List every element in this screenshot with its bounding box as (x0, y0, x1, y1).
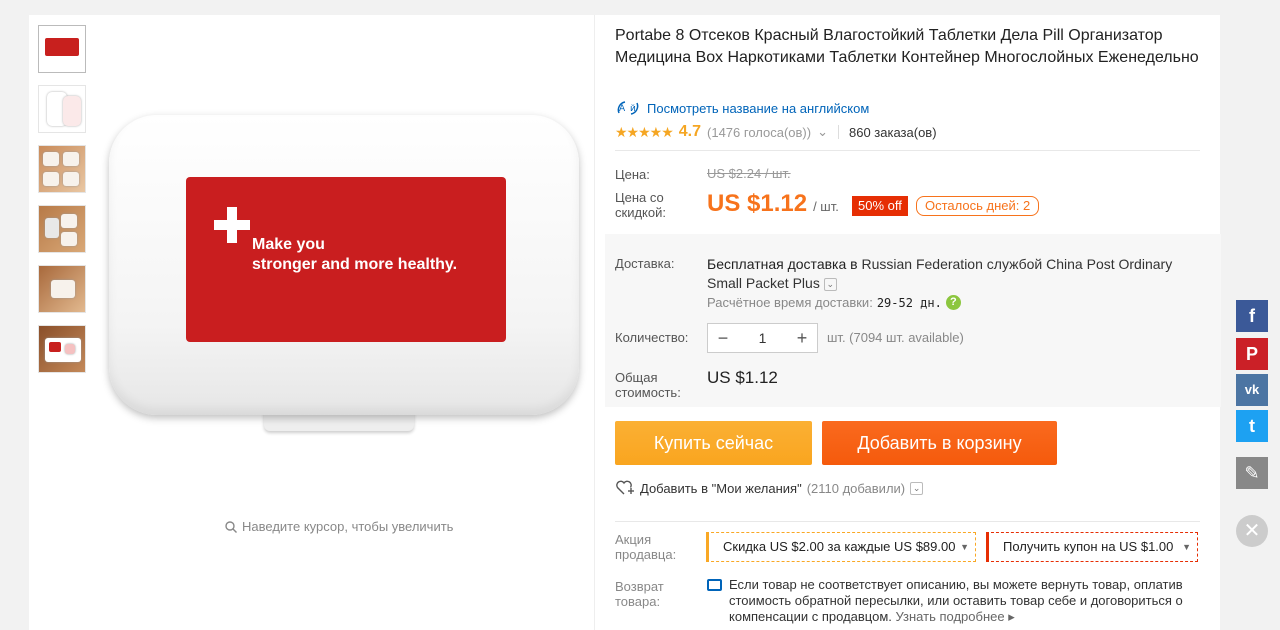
seller-discount-dropdown[interactable]: Скидка US $2.00 за каждые US $89.00 ▼ (706, 532, 976, 562)
zoom-hint: Наведите курсор, чтобы увеличить (225, 519, 453, 534)
pillbox-body: Make you stronger and more healthy. (109, 115, 579, 415)
zoom-hint-text: Наведите курсор, чтобы увеличить (242, 519, 454, 534)
vk-share-icon[interactable]: vk (1236, 374, 1268, 406)
returns-label: Возврат товара: (615, 579, 664, 609)
eta-label: Расчётное время доставки: (707, 295, 873, 310)
svg-text:й: й (630, 104, 636, 114)
thumbnail-6[interactable] (38, 325, 86, 373)
label-line-1: Make you (252, 236, 325, 253)
divider (615, 521, 1200, 522)
discount-price-label: Цена со скидкой: (615, 190, 666, 220)
old-price: US $2.24 / шт. (707, 166, 791, 181)
caret-down-icon: ▼ (960, 542, 969, 552)
main-product-image[interactable]: Make you stronger and more healthy. (104, 110, 584, 440)
return-box-icon (707, 579, 722, 591)
coupon-dropdown[interactable]: Получить купон на US $1.00 ▼ (986, 532, 1198, 562)
label-line-2: stronger and more healthy. (252, 256, 458, 273)
quantity-minus-button[interactable]: − (708, 324, 738, 352)
thumbnail-1[interactable] (38, 25, 86, 73)
wishlist-row[interactable]: Добавить в "Мои желания" (2110 добавили)… (615, 480, 924, 496)
pillbox-label-text: Make you stronger and more healthy. (252, 235, 457, 275)
coupon-text: Получить купон на US $1.00 (1003, 539, 1174, 554)
thumbnail-list (38, 25, 88, 385)
wishlist-count: (2110 добавили) (806, 480, 906, 496)
thumbnail-5[interactable] (38, 265, 86, 313)
help-icon[interactable]: ? (945, 295, 961, 310)
translate-link[interactable]: Aй Посмотреть название на английском (615, 99, 869, 117)
translate-icon: Aй (617, 101, 639, 115)
price-label: Цена: (615, 167, 650, 182)
eta-value: 29-52 дн. (876, 295, 942, 310)
star-rating-icon: ★★★★★ (615, 123, 674, 140)
returns-more-link[interactable]: Узнать подробнее ▸ (896, 609, 1015, 624)
discount-badge: 50% off (852, 196, 908, 216)
rating-row: ★★★★★ 4.7 (1476 голоса(ов)) ⌄ 860 заказа… (615, 123, 937, 141)
caret-down-icon: ▼ (1182, 542, 1191, 552)
seller-discount-text: Скидка US $2.00 за каждые US $89.00 (723, 539, 956, 554)
facebook-share-icon[interactable]: f (1236, 300, 1268, 332)
thumbnail-4[interactable] (38, 205, 86, 253)
quantity-label: Количество: (615, 330, 689, 345)
close-icon[interactable]: ✕ (1236, 515, 1268, 547)
price-unit: / шт. (813, 199, 839, 214)
pinterest-share-icon[interactable]: P (1236, 338, 1268, 370)
thumbnail-3[interactable] (38, 145, 86, 193)
wishlist-text[interactable]: Добавить в "Мои желания" (640, 481, 802, 496)
delivery-estimate: Расчётное время доставки: 29-52 дн. ? (707, 295, 961, 310)
magnifier-icon (225, 520, 237, 533)
quantity-input[interactable]: 1 (738, 324, 787, 352)
days-left-badge: Осталось дней: 2 (916, 196, 1040, 216)
chevron-down-icon[interactable]: ⌄ (817, 124, 828, 140)
cross-icon (214, 207, 250, 243)
orders-count: 860 заказа(ов) (849, 124, 937, 140)
product-page: Make you stronger and more healthy. Наве… (0, 0, 1280, 630)
shipping-label: Доставка: (615, 256, 675, 271)
heart-icon (616, 480, 634, 495)
quantity-plus-button[interactable]: + (787, 324, 817, 352)
quantity-stepper[interactable]: − 1 + (707, 323, 818, 353)
rating-value: 4.7 (678, 123, 702, 140)
thumbnail-2[interactable] (38, 85, 86, 133)
chevron-down-icon[interactable]: ⌄ (823, 277, 837, 291)
product-title: Portabe 8 Отсеков Красный Влагостойкий Т… (615, 27, 1199, 66)
buy-now-button[interactable]: Купить сейчас (615, 421, 812, 465)
divider (615, 150, 1200, 151)
current-price-value: US $1.12 (707, 190, 808, 217)
returns-info: Если товар не соответствует описанию, вы… (707, 577, 1187, 625)
pillbox-red-label: Make you stronger and more healthy. (186, 177, 506, 342)
votes-count[interactable]: (1476 голоса(ов)) (707, 125, 811, 140)
image-gallery: Make you stronger and more healthy. Наве… (29, 15, 595, 630)
add-to-cart-button[interactable]: Добавить в корзину (822, 421, 1057, 465)
chevron-down-icon[interactable]: ⌄ (910, 481, 924, 495)
available-count: шт. (7094 шт. available) (827, 330, 964, 345)
total-label: Общая стоимость: (615, 370, 681, 400)
current-price: US $1.12 / шт. (707, 190, 839, 218)
edit-icon[interactable]: ✎ (1236, 457, 1268, 489)
svg-text:A: A (619, 104, 626, 114)
twitter-share-icon[interactable]: t (1236, 410, 1268, 442)
product-card: Make you stronger and more healthy. Наве… (29, 15, 1221, 630)
divider (838, 125, 839, 139)
shipping-free-text: Бесплатная доставка в (707, 256, 858, 272)
promo-label: Акция продавца: (615, 532, 677, 562)
translate-link-text[interactable]: Посмотреть название на английском (647, 101, 869, 116)
total-value: US $1.12 (707, 368, 778, 387)
shipping-text: Бесплатная доставка в Russian Federation… (707, 255, 1197, 293)
